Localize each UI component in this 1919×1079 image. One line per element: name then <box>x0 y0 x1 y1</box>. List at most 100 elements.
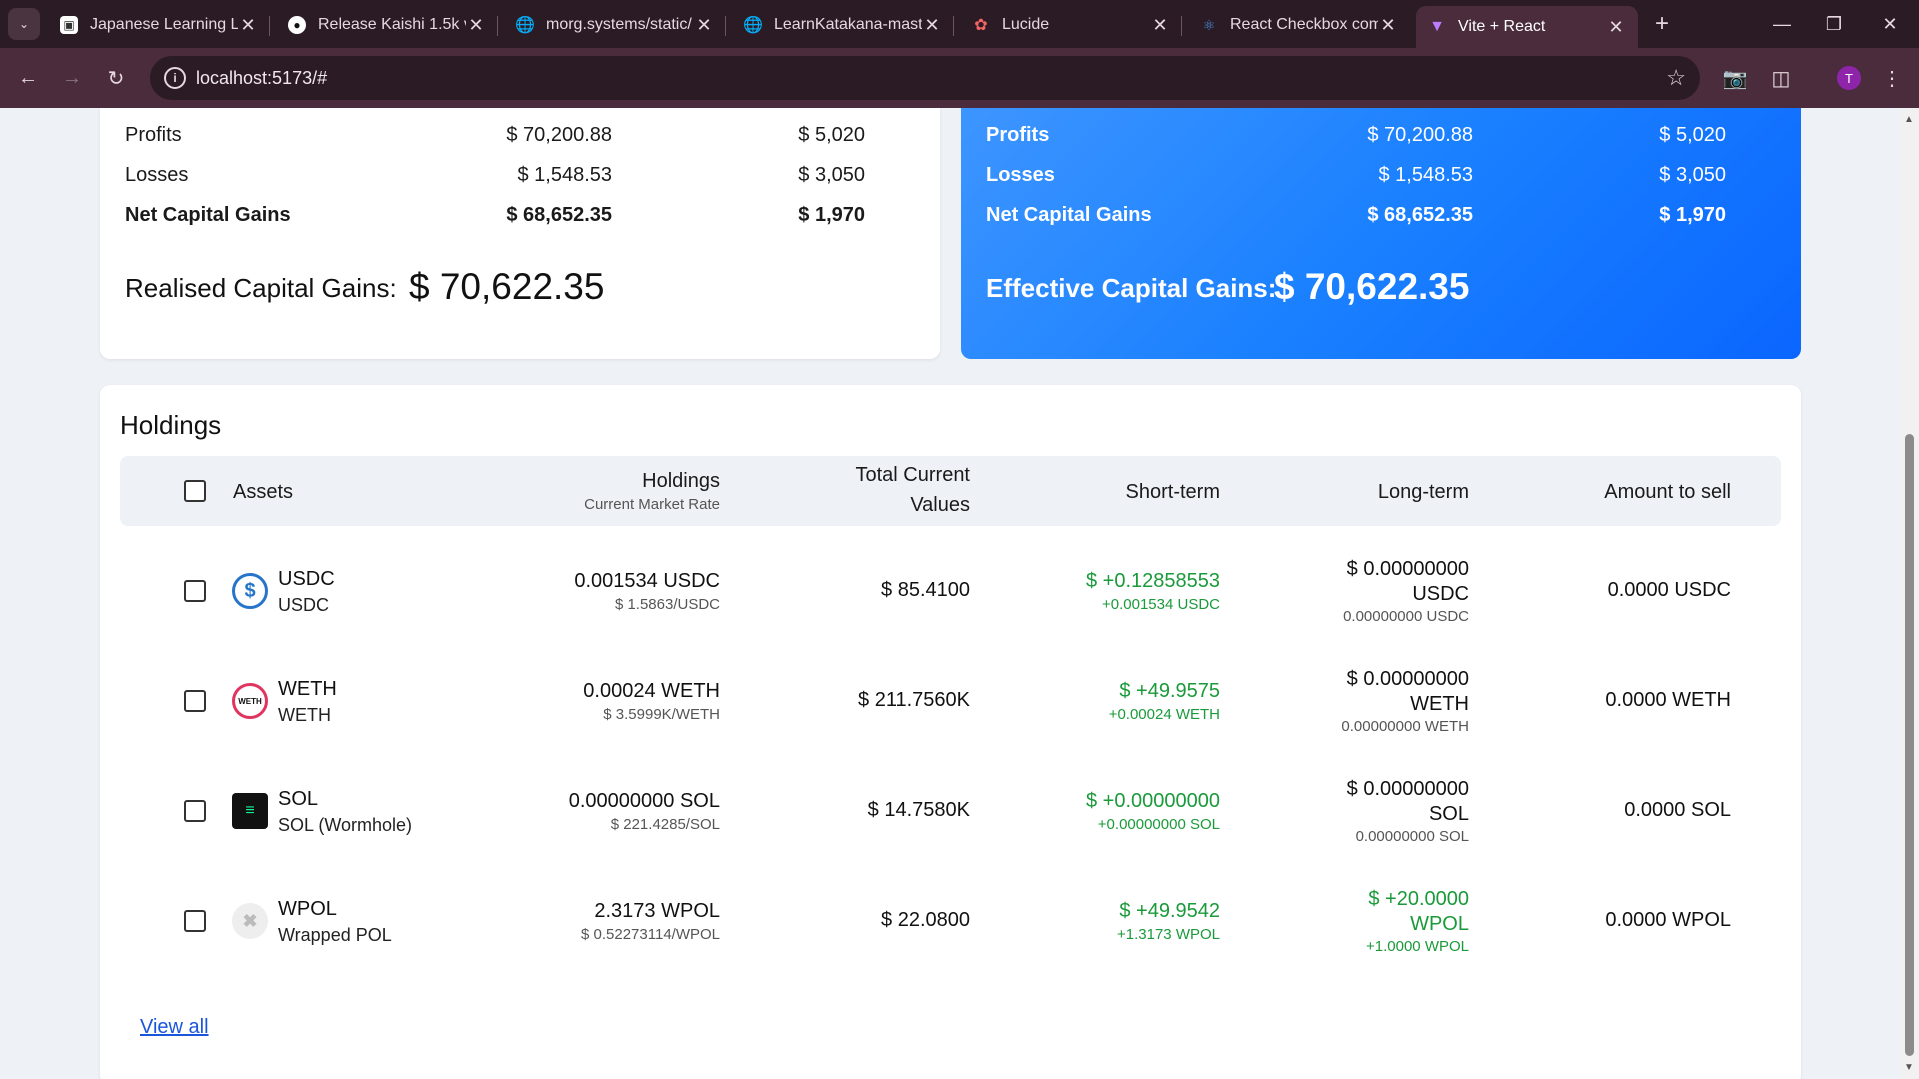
more-menu-icon[interactable]: ⋮ <box>1876 62 1908 94</box>
sol-icon: ≡ <box>232 793 268 829</box>
scroll-down-arrow-icon[interactable]: ▼ <box>1904 1062 1914 1073</box>
tab-lucide[interactable]: ✿ Lucide ✕ <box>960 6 1182 44</box>
realised-gains-label: Realised Capital Gains: <box>125 273 397 303</box>
back-arrow-icon[interactable]: ← <box>12 62 44 94</box>
holdings-table-header: Assets Holdings Current Market Rate Tota… <box>120 456 1781 526</box>
long-term-value-unit: WPOL <box>1410 913 1469 935</box>
long-term-value: $ 0.00000000 <box>1346 558 1469 580</box>
view-all-link[interactable]: View all <box>140 1016 209 1039</box>
row-checkbox[interactable] <box>184 690 206 712</box>
browser-tab-bar: ⌄ ▣ Japanese Learning Lo ✕ ● Release Kai… <box>0 0 1919 48</box>
row-checkbox[interactable] <box>184 910 206 932</box>
forward-arrow-icon[interactable]: → <box>56 62 88 94</box>
total-current-values-header: Total Current <box>855 464 971 486</box>
site-info-icon[interactable]: i <box>164 67 186 89</box>
effective-gains-label: Effective Capital Gains: <box>986 273 1277 303</box>
browser-nav-bar: ← → ↻ i localhost:5173/# ☆ 📷 ◫ ⋮ <box>0 48 1919 108</box>
close-icon[interactable]: ✕ <box>466 15 486 36</box>
bookmark-star-icon[interactable]: ☆ <box>1666 65 1686 91</box>
assets-header: Assets <box>233 481 294 503</box>
row-checkbox[interactable] <box>184 800 206 822</box>
tab-vite-react[interactable]: ▼ Vite + React ✕ <box>1416 6 1638 48</box>
long-term-value: $ 0.00000000 <box>1346 778 1469 800</box>
globe-icon: 🌐 <box>515 17 535 34</box>
window-close-icon[interactable]: ✕ <box>1870 8 1910 40</box>
losses-label: Losses <box>986 164 1055 186</box>
close-icon[interactable]: ✕ <box>1606 17 1626 38</box>
asset-name: SOL (Wormhole) <box>278 815 413 835</box>
long-term-value-unit: SOL <box>1428 803 1469 825</box>
tab-title: LearnKatakana-maste <box>774 16 922 33</box>
tab-japanese-learning[interactable]: ▣ Japanese Learning Lo ✕ <box>48 6 270 44</box>
net-long-term-value: $ 1,970 <box>798 204 865 226</box>
tab-title: morg.systems/static/ <box>546 16 692 33</box>
effective-gains-value: $ 70,622.35 <box>1274 266 1470 307</box>
camera-icon[interactable]: 📷 <box>1719 62 1751 94</box>
short-term-header: Short-term <box>1125 481 1220 503</box>
losses-short-term-value: $ 1,548.53 <box>517 164 612 186</box>
losses-short-term-value: $ 1,548.53 <box>1378 164 1473 186</box>
table-row[interactable]: WETH WETH WETH 0.00024 WETH $ 3.5999K/WE… <box>100 645 1801 755</box>
current-market-rate-subheader: Current Market Rate <box>584 496 720 513</box>
wpol-icon: ✖ <box>232 903 268 939</box>
select-all-checkbox[interactable] <box>184 480 206 502</box>
short-term-amount: +0.001534 USDC <box>1102 596 1220 613</box>
asset-symbol: SOL <box>278 788 319 810</box>
net-short-term-value: $ 68,652.35 <box>506 204 612 226</box>
new-tab-icon[interactable]: + <box>1648 10 1676 38</box>
losses-label: Losses <box>125 164 189 186</box>
total-current-value: $ 22.0800 <box>881 909 970 931</box>
short-term-value: $ +0.12858553 <box>1085 570 1220 592</box>
after-harvesting-card: Profits $ 70,200.88 $ 5,020 Losses $ 1,5… <box>961 108 1801 359</box>
table-row[interactable]: ✖ WPOL Wrapped POL 2.3173 WPOL $ 0.52273… <box>100 865 1801 975</box>
profits-label: Profits <box>125 124 182 146</box>
holdings-card: Holdings Assets Holdings Current Market … <box>100 385 1801 1079</box>
table-row[interactable]: $ USDC USDC 0.001534 USDC $ 1.5863/USDC … <box>100 535 1801 645</box>
reload-icon[interactable]: ↻ <box>100 62 132 94</box>
row-checkbox[interactable] <box>184 580 206 602</box>
tab-morg-systems[interactable]: 🌐 morg.systems/static/ ✕ <box>504 6 726 44</box>
close-icon[interactable]: ✕ <box>694 15 714 36</box>
profile-avatar[interactable]: T <box>1837 66 1861 90</box>
globe-icon: 🌐 <box>743 17 763 34</box>
losses-long-term-value: $ 3,050 <box>798 164 865 186</box>
holding-amount: 0.00024 WETH <box>583 680 720 702</box>
market-rate: $ 1.5863/USDC <box>614 596 720 613</box>
realised-gains-value: $ 70,622.35 <box>409 266 605 307</box>
market-rate: $ 0.52273114/WPOL <box>581 926 720 943</box>
weth-icon: WETH <box>232 683 268 719</box>
lucide-icon: ✿ <box>974 17 988 34</box>
asset-symbol: USDC <box>278 568 335 590</box>
address-bar[interactable]: i localhost:5173/# ☆ <box>150 56 1700 100</box>
page-viewport: Profits $ 70,200.88 $ 5,020 Losses $ 1,5… <box>0 108 1900 1079</box>
close-icon[interactable]: ✕ <box>1150 15 1170 36</box>
extensions-puzzle-icon[interactable]: ◫ <box>1765 62 1797 94</box>
restore-icon[interactable]: ❐ <box>1814 8 1854 40</box>
tab-learn-katakana[interactable]: 🌐 LearnKatakana-maste ✕ <box>732 6 954 44</box>
react-icon: ⚛ <box>1202 16 1216 33</box>
minimize-icon[interactable]: — <box>1762 8 1802 40</box>
profits-short-term-value: $ 70,200.88 <box>1367 124 1473 146</box>
tab-title: Lucide <box>1002 16 1050 33</box>
asset-symbol: WPOL <box>278 898 337 920</box>
page-icon: ▣ <box>60 16 78 34</box>
profits-long-term-value: $ 5,020 <box>798 124 865 146</box>
pre-harvesting-card: Profits $ 70,200.88 $ 5,020 Losses $ 1,5… <box>100 108 940 359</box>
amount-to-sell: 0.0000 SOL <box>1624 799 1731 821</box>
tab-react-checkbox[interactable]: ⚛ React Checkbox com ✕ <box>1188 6 1410 44</box>
close-icon[interactable]: ✕ <box>1378 15 1398 36</box>
table-row[interactable]: ≡ SOL SOL (Wormhole) 0.00000000 SOL $ 22… <box>100 755 1801 865</box>
close-icon[interactable]: ✕ <box>922 15 942 36</box>
close-icon[interactable]: ✕ <box>238 15 258 36</box>
scrollbar-thumb[interactable] <box>1905 434 1914 1056</box>
scroll-up-arrow-icon[interactable]: ▲ <box>1904 114 1914 125</box>
holding-amount: 0.00000000 SOL <box>568 790 720 812</box>
tab-release-kaishi[interactable]: ● Release Kaishi 1.5k v ✕ <box>276 6 498 44</box>
page-scrollbar[interactable]: ▲ ▼ <box>1900 108 1919 1079</box>
long-term-amount: +1.0000 WPOL <box>1366 938 1469 955</box>
long-term-value-unit: USDC <box>1412 583 1469 605</box>
long-term-amount: 0.00000000 USDC <box>1343 608 1469 625</box>
tab-search-chevron-icon[interactable]: ⌄ <box>8 8 40 40</box>
url-text[interactable]: localhost:5173/# <box>196 68 327 89</box>
total-current-value: $ 85.4100 <box>881 579 970 601</box>
